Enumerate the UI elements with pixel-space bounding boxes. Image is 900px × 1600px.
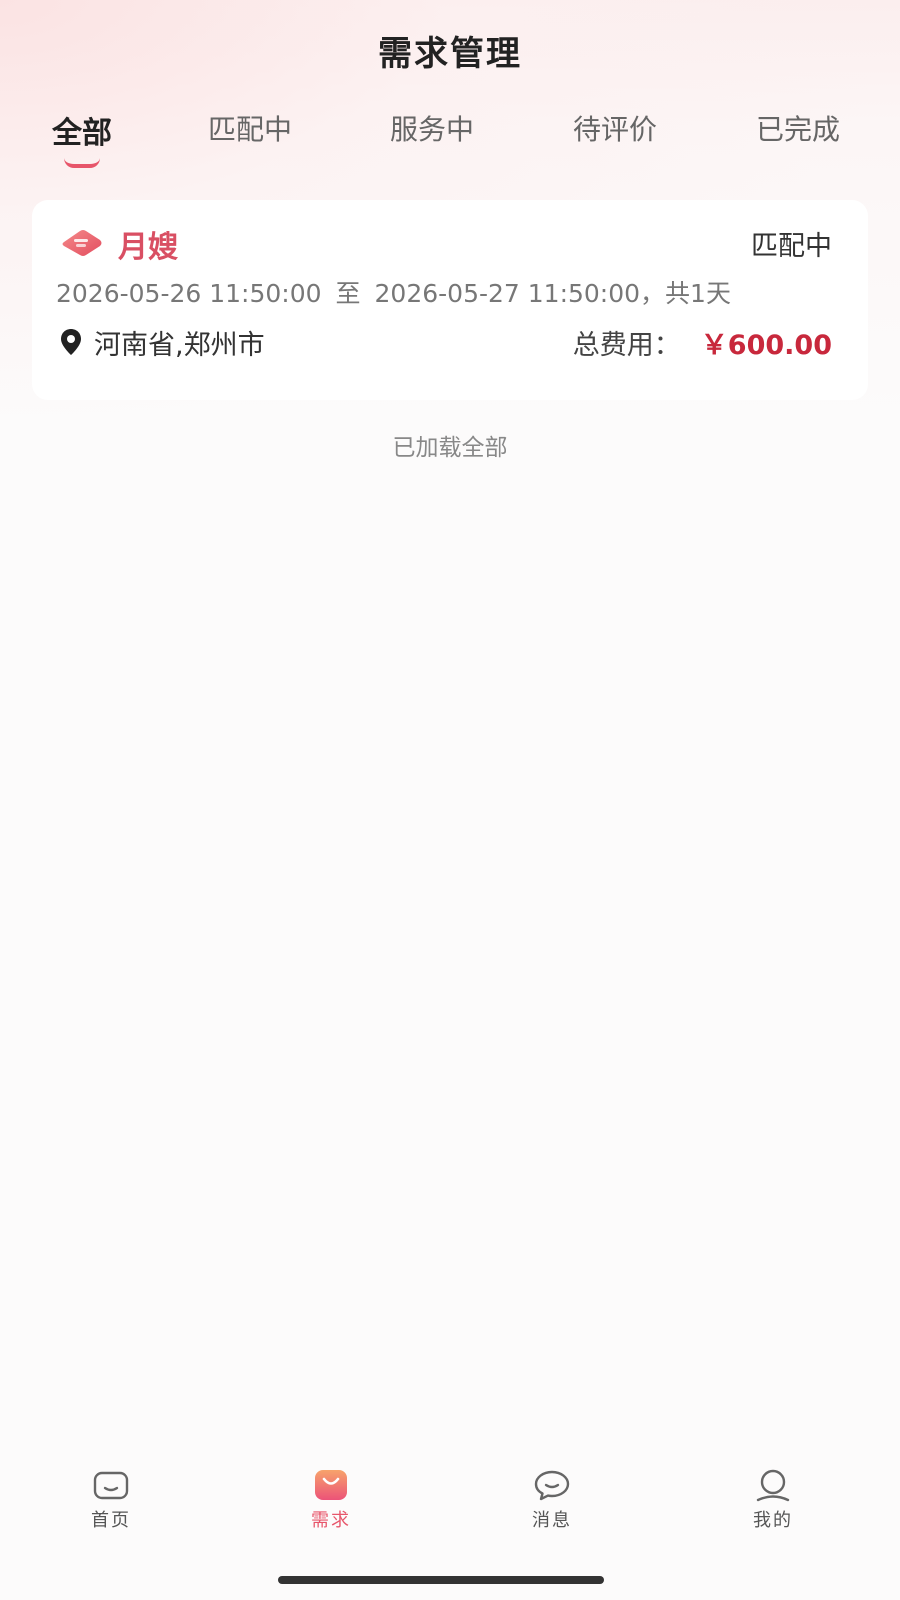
- fee-label: 总费用：: [572, 329, 681, 361]
- tabbar-home[interactable]: 首页: [56, 1468, 166, 1538]
- tag-icon: [62, 230, 102, 256]
- tab-label: 全部: [52, 116, 112, 151]
- tabbar-label: 我的: [753, 1510, 793, 1531]
- service-name: 月嫂: [118, 230, 178, 265]
- tabbar-label: 消息: [532, 1510, 572, 1531]
- location-text: 河南省,郑州市: [94, 329, 265, 361]
- page-title: 需求管理: [378, 33, 522, 74]
- home-icon: [93, 1471, 129, 1500]
- tab-completed[interactable]: 已完成: [748, 108, 848, 168]
- demand-bag-icon: [315, 1470, 347, 1500]
- profile-icon: [756, 1469, 790, 1502]
- tab-to-review[interactable]: 待评价: [565, 108, 665, 168]
- tab-in-service[interactable]: 服务中: [382, 108, 482, 168]
- order-card[interactable]: 月嫂 匹配中 2026-05-26 11:50:00 至 2026-05-27 11…: [32, 200, 868, 400]
- tabbar-messages[interactable]: 消息: [497, 1468, 607, 1538]
- order-status: 匹配中: [751, 231, 832, 262]
- active-tab-indicator: [64, 158, 100, 168]
- list-end-text: 已加载全部: [392, 435, 508, 461]
- fee-value: ￥600.00: [700, 329, 832, 361]
- tabbar-label: 需求: [311, 1510, 351, 1531]
- total-fee: 总费用： ￥600.00: [572, 324, 832, 361]
- end-time: 2026-05-27 11:50:00，共1天: [374, 279, 731, 308]
- tab-label: 已完成: [755, 113, 840, 146]
- tabbar-profile[interactable]: 我的: [718, 1468, 828, 1538]
- page-header: 需求管理: [0, 22, 900, 78]
- message-icon: [534, 1470, 570, 1501]
- location-pin-icon: [61, 329, 81, 355]
- start-time: 2026-05-26 11:50:00: [56, 279, 322, 308]
- status-tabs: 全部 匹配中 服务中 待评价 已完成: [0, 108, 900, 178]
- period-separator: 至: [335, 279, 361, 308]
- tabbar-label: 首页: [91, 1510, 131, 1531]
- tab-matching[interactable]: 匹配中: [200, 108, 300, 168]
- tab-label: 服务中: [389, 113, 474, 146]
- tabbar-demand[interactable]: 需求: [276, 1468, 386, 1538]
- tab-label: 匹配中: [207, 113, 292, 146]
- home-indicator[interactable]: [278, 1576, 604, 1584]
- tab-all[interactable]: 全部: [40, 108, 124, 168]
- service-period: 2026-05-26 11:50:00 至 2026-05-27 11:50:00，…: [56, 274, 731, 310]
- service-location: 河南省,郑州市: [58, 324, 265, 361]
- tab-label: 待评价: [572, 113, 657, 146]
